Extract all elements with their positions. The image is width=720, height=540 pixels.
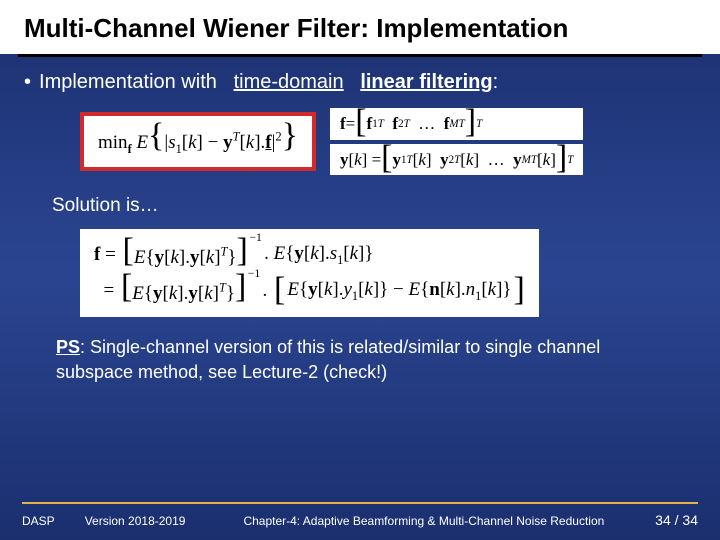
bullet-text: Implementation with time-domain linear f… — [39, 71, 498, 94]
ps-note: PS: Single-channel version of this is re… — [56, 335, 676, 384]
eq-objective-text: minf E{|s1[k] − yT[k].f|2} — [98, 126, 298, 157]
footer-version: Version 2018-2019 — [85, 514, 186, 528]
footer-row: DASP Version 2018-2019 Chapter-4: Adapti… — [22, 512, 698, 528]
bullet-dot-icon: • — [24, 71, 31, 94]
equation-objective: minf E{|s1[k] − yT[k].f|2} — [80, 112, 316, 171]
equation-solution: f = [E{y[k].y[k]T}]−1 . E{y[k].s1[k]} = … — [80, 229, 539, 317]
title-area: Multi-Channel Wiener Filter: Implementat… — [0, 0, 720, 54]
bullet-implementation: • Implementation with time-domain linear… — [24, 71, 696, 94]
slide: Multi-Channel Wiener Filter: Implementat… — [0, 0, 720, 540]
slide-title: Multi-Channel Wiener Filter: Implementat… — [24, 14, 700, 44]
equation-solution-block: f = [E{y[k].y[k]T}]−1 . E{y[k].s1[k]} = … — [80, 229, 696, 317]
equation-y-def: y[k] = [y1T[k] y2T[k] … yMT[k]]T — [330, 144, 583, 176]
footer-page: 34 / 34 — [655, 512, 698, 528]
footer-rule — [22, 502, 698, 504]
equation-definitions: f = [f1T f2T … fMT]T y[k] = [y1T[k] y2T[… — [330, 108, 583, 176]
equation-f-def: f = [f1T f2T … fMT]T — [330, 108, 583, 140]
bullet-lead: Implementation with — [39, 71, 217, 93]
equation-solution-line1: f = [E{y[k].y[k]T}]−1 . E{y[k].s1[k]} — [94, 237, 525, 273]
solution-label: Solution is… — [52, 195, 696, 217]
footer-chapter: Chapter-4: Adaptive Beamforming & Multi-… — [243, 514, 625, 528]
ps-label: PS — [56, 337, 80, 357]
bullet-tail: : — [493, 71, 499, 93]
content-area: • Implementation with time-domain linear… — [0, 57, 720, 384]
footer-course: DASP — [22, 514, 55, 528]
ps-text: : Single-channel version of this is rela… — [56, 337, 600, 381]
equation-solution-line2: = [E{y[k].y[k]T}]−1 . [ E{y[k].y1[k]} − … — [94, 273, 525, 309]
bullet-underline-2: linear filtering — [360, 71, 492, 93]
bullet-underline-1: time-domain — [234, 71, 344, 93]
footer: DASP Version 2018-2019 Chapter-4: Adapti… — [0, 502, 720, 540]
equation-row-main: minf E{|s1[k] − yT[k].f|2} f = [f1T f2T … — [80, 108, 696, 176]
